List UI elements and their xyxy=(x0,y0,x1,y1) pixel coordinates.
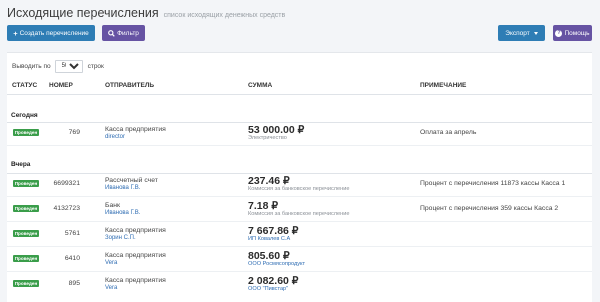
amount-description: Электричество xyxy=(248,135,287,141)
row-number: 895 xyxy=(68,280,80,287)
table-row[interactable]: Проведен 4132723 Банк Иванова Г.В. 7.18 … xyxy=(7,198,592,222)
table-row[interactable]: Проведен 6699321 Рассчетный счет Иванова… xyxy=(7,173,592,197)
sender-name: Касса предприятия xyxy=(105,227,166,234)
row-number: 6699321 xyxy=(53,180,80,187)
amount-description: Комиссия за банковское перечисление xyxy=(248,211,350,217)
status-badge: Проведен xyxy=(13,255,39,262)
column-header-status[interactable]: СТАТУС xyxy=(12,82,37,89)
status-badge: Проведен xyxy=(13,180,39,187)
column-header-number[interactable]: НОМЕР xyxy=(49,82,73,89)
row-number: 4132723 xyxy=(53,205,80,212)
header-divider xyxy=(7,94,592,95)
table-row[interactable]: Проведен 5761 Касса предприятия Зорин С.… xyxy=(7,223,592,247)
amount-description: Комиссия за банковское перечисление xyxy=(248,186,350,192)
table-row[interactable]: Проведен 769 Касса предприятия director … xyxy=(7,122,592,146)
sender-user-link[interactable]: director xyxy=(105,134,125,140)
export-dropdown-button[interactable]: Экспорт xyxy=(498,25,545,41)
create-transfer-label: Создать перечисление xyxy=(19,29,89,37)
status-badge: Проведен xyxy=(13,230,39,237)
row-number: 769 xyxy=(68,129,80,136)
sender-user-link[interactable]: Зорин С.П. xyxy=(105,235,136,241)
counterparty-link[interactable]: ИП Ковалев С.А xyxy=(248,236,290,242)
row-divider xyxy=(7,246,592,247)
row-divider xyxy=(7,271,592,272)
group-label-yesterday: Вчера xyxy=(11,161,31,168)
rows-per-page: Выводить по 50 строк xyxy=(12,59,104,73)
row-divider xyxy=(7,196,592,197)
rows-per-page-suffix: строк xyxy=(87,62,104,70)
row-divider xyxy=(7,145,592,146)
filter-button[interactable]: Фильтр xyxy=(102,25,145,41)
row-note: Процент с перечисления 359 кассы Касса 2 xyxy=(420,205,559,212)
question-icon: ? xyxy=(555,29,563,37)
create-transfer-button[interactable]: + Создать перечисление xyxy=(7,25,95,41)
rows-per-page-prefix: Выводить по xyxy=(12,62,51,70)
sender-user-link[interactable]: Vera xyxy=(105,285,117,291)
caret-down-icon xyxy=(533,31,538,35)
rows-per-page-select[interactable]: 50 xyxy=(54,59,83,73)
status-badge: Проведен xyxy=(13,205,39,212)
page-header: Исходящие перечисления список исходящих … xyxy=(7,6,285,22)
sender-name: Рассчетный счет xyxy=(105,177,158,184)
export-label: Экспорт xyxy=(505,29,530,37)
counterparty-link[interactable]: ООО Росмясопродукт xyxy=(248,261,305,267)
sender-name: Касса предприятия xyxy=(105,126,166,133)
table-row[interactable]: Проведен 6410 Касса предприятия Vera 805… xyxy=(7,248,592,272)
row-number: 5761 xyxy=(64,230,80,237)
page-title: Исходящие перечисления xyxy=(7,6,159,20)
row-number: 6410 xyxy=(64,255,80,262)
help-button[interactable]: ? Помощь xyxy=(553,25,592,41)
row-divider xyxy=(7,221,592,222)
counterparty-link[interactable]: ООО "Пивстар" xyxy=(248,286,288,292)
sender-name: Касса предприятия xyxy=(105,277,166,284)
sender-user-link[interactable]: Иванова Г.В. xyxy=(105,210,140,216)
page-subtitle: список исходящих денежных средств xyxy=(163,12,286,19)
help-label: Помощь xyxy=(564,29,590,37)
sender-user-link[interactable]: Vera xyxy=(105,260,117,266)
column-header-sender[interactable]: ОТПРАВИТЕЛЬ xyxy=(105,82,154,89)
sender-name: Банк xyxy=(105,202,120,209)
status-badge: Проведен xyxy=(13,129,39,136)
group-label-today: Сегодня xyxy=(11,112,38,119)
transfers-panel: Выводить по 50 строк СТАТУС НОМЕР ОТПРАВ… xyxy=(7,52,592,302)
search-icon xyxy=(108,29,115,37)
row-note: Процент с перечисления 11873 кассы Касса… xyxy=(420,180,566,187)
column-header-amount[interactable]: СУММА xyxy=(248,82,272,89)
row-note: Оплата за апрель xyxy=(420,129,477,136)
column-header-note[interactable]: ПРИМЕЧАНИЕ xyxy=(420,82,466,89)
status-badge: Проведен xyxy=(13,280,39,287)
sender-user-link[interactable]: Иванова Г.В. xyxy=(105,185,140,191)
plus-icon: + xyxy=(13,28,18,38)
filter-label: Фильтр xyxy=(117,29,139,37)
sender-name: Касса предприятия xyxy=(105,252,166,259)
table-row[interactable]: Проведен 895 Касса предприятия Vera 2 08… xyxy=(7,273,592,297)
